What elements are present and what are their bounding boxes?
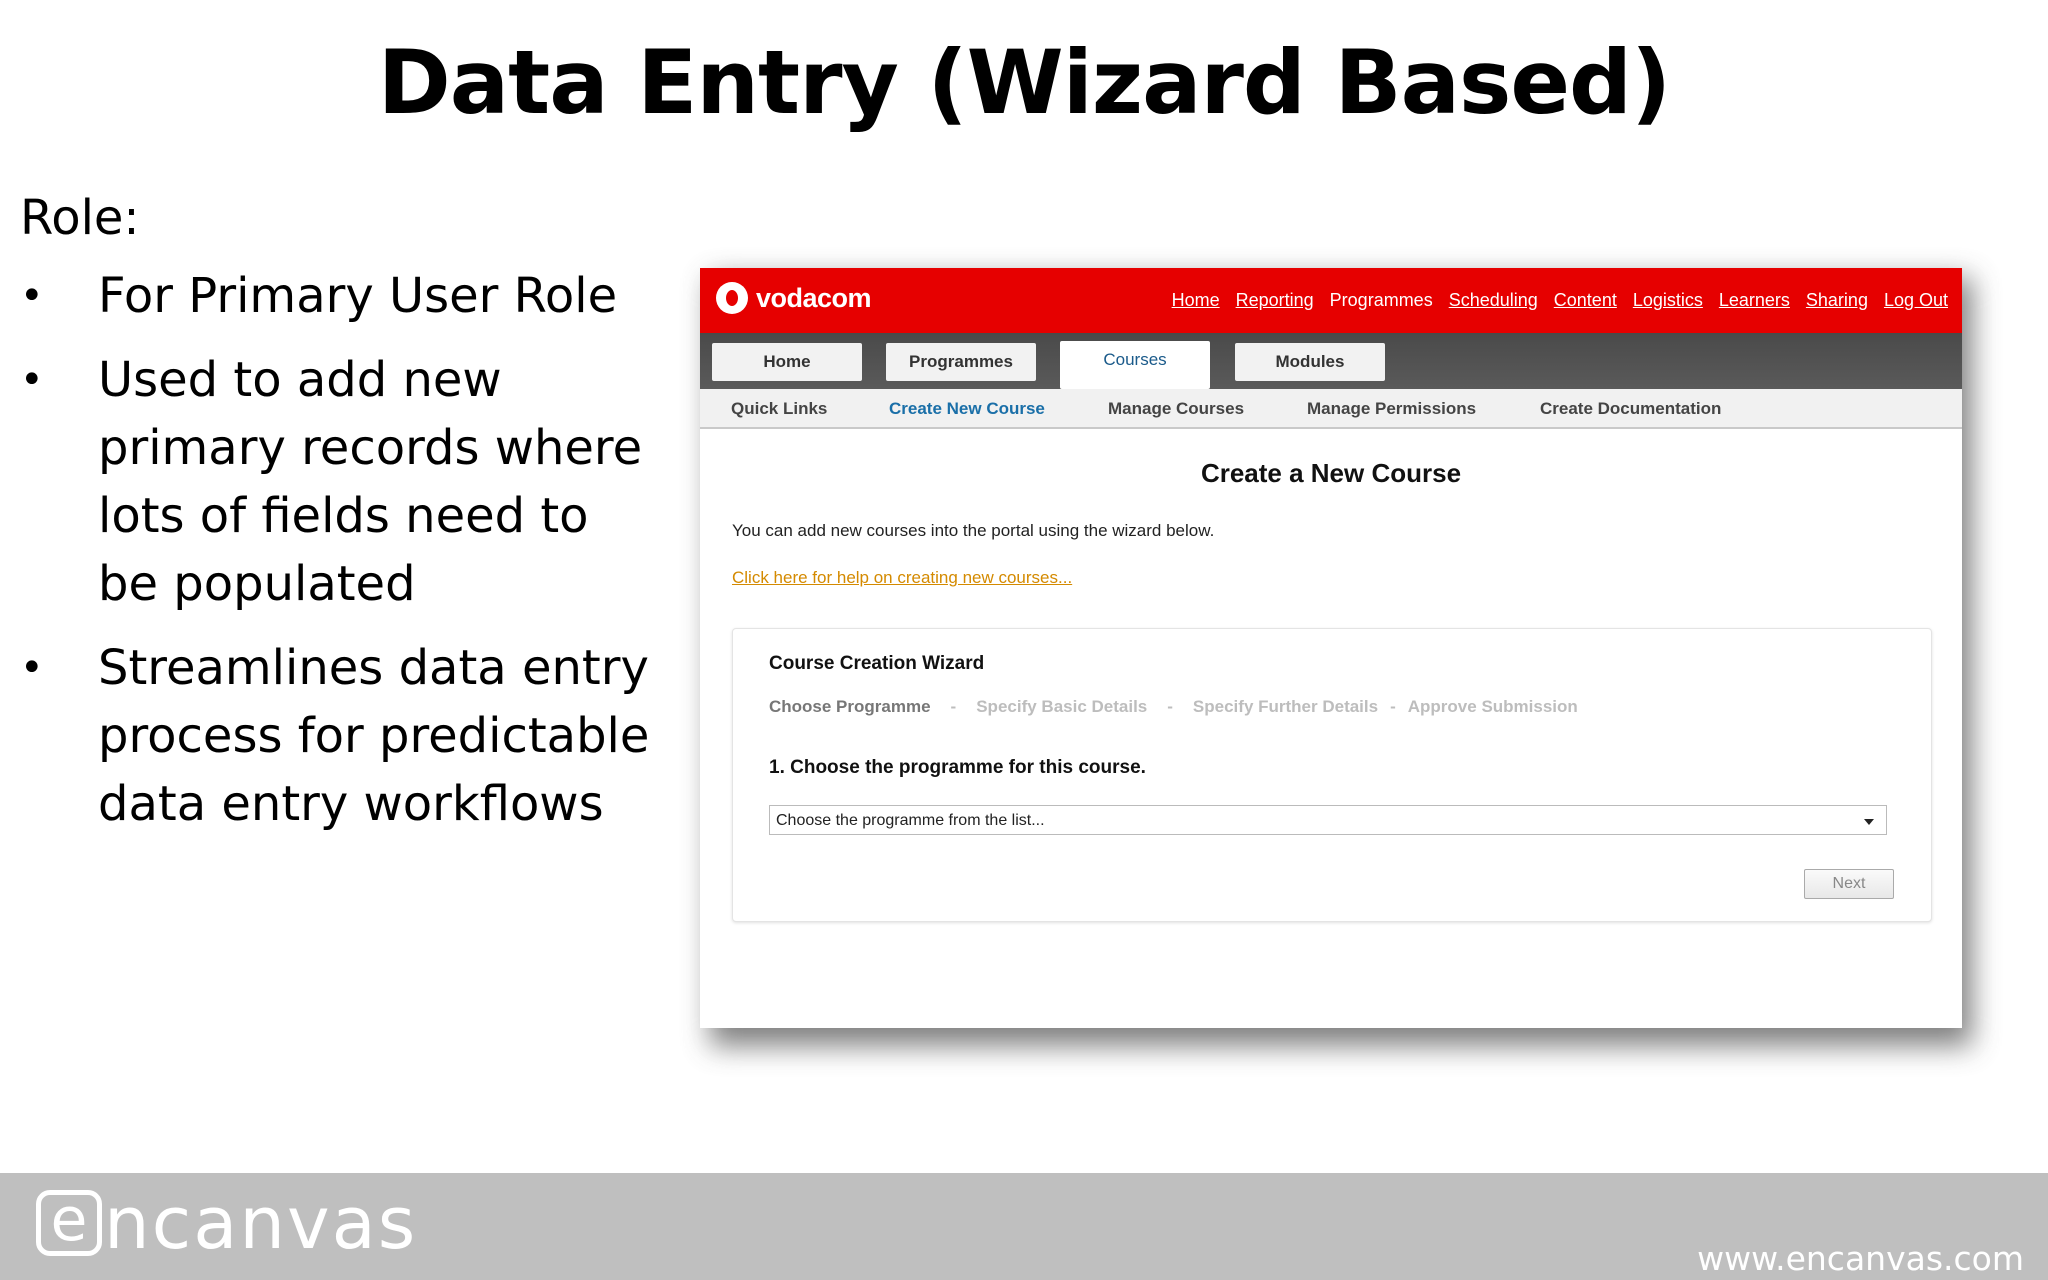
footer-bar: e ncanvas www.encanvas.com xyxy=(0,1173,2048,1280)
wizard-step-choose-programme: Choose Programme xyxy=(769,697,931,716)
bullet-item: • For Primary User Role xyxy=(20,262,660,330)
top-nav-sharing[interactable]: Sharing xyxy=(1806,290,1868,311)
bullet-text: Used to add new primary records where lo… xyxy=(98,352,643,612)
vodafone-speechmark-icon xyxy=(716,282,748,314)
sub-nav: Quick Links Create New Course Manage Cou… xyxy=(700,389,1962,429)
dropdown-caret-icon xyxy=(1864,819,1874,825)
programme-select-value: Choose the programme from the list... xyxy=(776,812,1045,829)
bullet-dot: • xyxy=(20,645,44,691)
bullet-item: • Streamlines data entry process for pre… xyxy=(20,634,660,838)
embedded-app-screenshot: vodacom Home Reporting Programmes Schedu… xyxy=(700,268,1962,1028)
bullet-dot: • xyxy=(20,273,44,319)
tab-bar: Home Programmes Courses Modules xyxy=(700,333,1962,389)
step-separator: - xyxy=(1390,697,1396,716)
page-title: Create a New Course xyxy=(1200,458,1462,488)
top-nav-reporting[interactable]: Reporting xyxy=(1236,290,1314,311)
bullet-text: For Primary User Role xyxy=(98,268,618,324)
top-nav-home[interactable]: Home xyxy=(1172,290,1220,311)
subnav-create-documentation[interactable]: Create Documentation xyxy=(1540,399,1721,419)
role-heading: Role: xyxy=(20,190,140,246)
tab-programmes[interactable]: Programmes xyxy=(886,343,1036,381)
top-nav-programmes[interactable]: Programmes xyxy=(1330,290,1433,311)
subnav-create-new-course[interactable]: Create New Course xyxy=(889,399,1045,419)
top-nav-content[interactable]: Content xyxy=(1554,290,1617,311)
footer-url: www.encanvas.com xyxy=(1697,1239,2024,1278)
slide-title: Data Entry (Wizard Based) xyxy=(377,31,1672,134)
next-button[interactable]: Next xyxy=(1804,869,1894,899)
tab-courses[interactable]: Courses xyxy=(1060,341,1210,389)
vodacom-logo: vodacom xyxy=(716,282,872,314)
wizard-step-approve-submission: Approve Submission xyxy=(1407,697,1578,716)
tab-modules[interactable]: Modules xyxy=(1235,343,1385,381)
top-nav: Home Reporting Programmes Scheduling Con… xyxy=(1172,290,1948,311)
intro-text: You can add new courses into the portal … xyxy=(732,521,1215,540)
step-separator: - xyxy=(1167,697,1173,716)
course-creation-wizard: Course Creation Wizard Choose Programme -… xyxy=(732,628,1932,922)
top-nav-scheduling[interactable]: Scheduling xyxy=(1449,290,1538,311)
logo-e-mark: e xyxy=(36,1190,102,1256)
tab-home[interactable]: Home xyxy=(712,343,862,381)
subnav-quick-links[interactable]: Quick Links xyxy=(731,399,827,419)
top-nav-learners[interactable]: Learners xyxy=(1719,290,1790,311)
subnav-manage-courses[interactable]: Manage Courses xyxy=(1108,399,1244,419)
subnav-manage-permissions[interactable]: Manage Permissions xyxy=(1307,399,1476,419)
top-nav-log-out[interactable]: Log Out xyxy=(1884,290,1948,311)
encanvas-logo: e ncanvas xyxy=(36,1187,417,1259)
wizard-step-basic-details: Specify Basic Details xyxy=(976,697,1148,716)
bullet-list: • For Primary User Role • Used to add ne… xyxy=(20,262,660,854)
programme-question: 1. Choose the programme for this course. xyxy=(769,757,1146,778)
wizard-steps: Choose Programme - Specify Basic Details - S… xyxy=(769,697,1578,717)
wizard-title: Course Creation Wizard xyxy=(769,653,985,674)
app-header: vodacom Home Reporting Programmes Schedu… xyxy=(700,268,1962,333)
logo-text: vodacom xyxy=(756,282,872,313)
programme-select[interactable]: Choose the programme from the list... xyxy=(769,805,1887,835)
bullet-item: • Used to add new primary records where … xyxy=(20,346,660,618)
bullet-dot: • xyxy=(20,357,44,403)
top-nav-logistics[interactable]: Logistics xyxy=(1633,290,1703,311)
help-link[interactable]: Click here for help on creating new cour… xyxy=(732,568,1072,588)
logo-wordmark: ncanvas xyxy=(104,1181,418,1265)
step-separator: - xyxy=(950,697,957,716)
wizard-step-further-details: Specify Further Details xyxy=(1192,697,1379,716)
bullet-text: Streamlines data entry process for predi… xyxy=(98,640,650,832)
